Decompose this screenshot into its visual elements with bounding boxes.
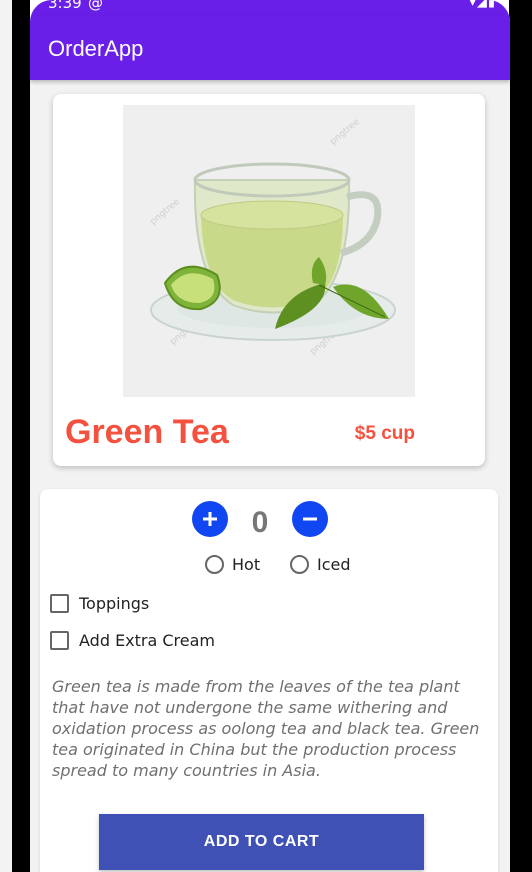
extra-cream-checkbox[interactable]: Add Extra Cream bbox=[50, 631, 215, 650]
device-bezel-left bbox=[12, 0, 30, 872]
radio-circle-icon bbox=[205, 555, 224, 574]
radio-hot[interactable]: Hot bbox=[205, 555, 260, 574]
radio-iced[interactable]: Iced bbox=[290, 555, 351, 574]
add-to-cart-button[interactable]: ADD TO CART bbox=[99, 814, 424, 870]
checkbox-icon bbox=[50, 594, 69, 613]
at-icon: @ bbox=[88, 0, 103, 12]
product-name: Green Tea bbox=[65, 413, 229, 451]
status-bar: 3:39 @ ▾◢▮ bbox=[30, 0, 510, 16]
quantity-value: 0 bbox=[251, 506, 269, 539]
toppings-checkbox[interactable]: Toppings bbox=[50, 594, 149, 613]
app-title: OrderApp bbox=[48, 36, 144, 61]
radio-hot-label: Hot bbox=[232, 555, 261, 574]
product-price: $5 cup bbox=[354, 423, 415, 444]
app-bar: OrderApp bbox=[30, 16, 510, 80]
status-time: 3:39 bbox=[48, 0, 82, 12]
green-tea-cup-illustration: pngtree pngtree pngtree pngtree bbox=[123, 105, 415, 397]
system-status-icons: ▾◢▮ bbox=[469, 0, 496, 10]
radio-circle-icon bbox=[290, 555, 309, 574]
product-description: Green tea is made from the leaves of the… bbox=[52, 677, 480, 780]
minus-icon bbox=[303, 517, 317, 521]
product-image: pngtree pngtree pngtree pngtree bbox=[123, 105, 415, 397]
radio-iced-label: Iced bbox=[317, 555, 351, 574]
plus-icon bbox=[203, 512, 217, 526]
extra-cream-label: Add Extra Cream bbox=[79, 631, 216, 650]
checkbox-icon bbox=[50, 631, 69, 650]
device-bezel-right bbox=[509, 0, 532, 872]
decrease-quantity-button[interactable] bbox=[292, 501, 328, 537]
toppings-label: Toppings bbox=[79, 594, 150, 613]
phone-screen: 3:39 @ ▾◢▮ OrderApp pngtree pngtree pngt… bbox=[30, 0, 510, 872]
order-options-card: 0 Hot Iced Toppings Add Extra Cream Gree… bbox=[40, 489, 498, 872]
product-card: pngtree pngtree pngtree pngtree Green Te… bbox=[53, 94, 485, 466]
increase-quantity-button[interactable] bbox=[192, 501, 228, 537]
screen: 3:39 @ ▾◢▮ OrderApp pngtree pngtree pngt… bbox=[0, 0, 532, 872]
